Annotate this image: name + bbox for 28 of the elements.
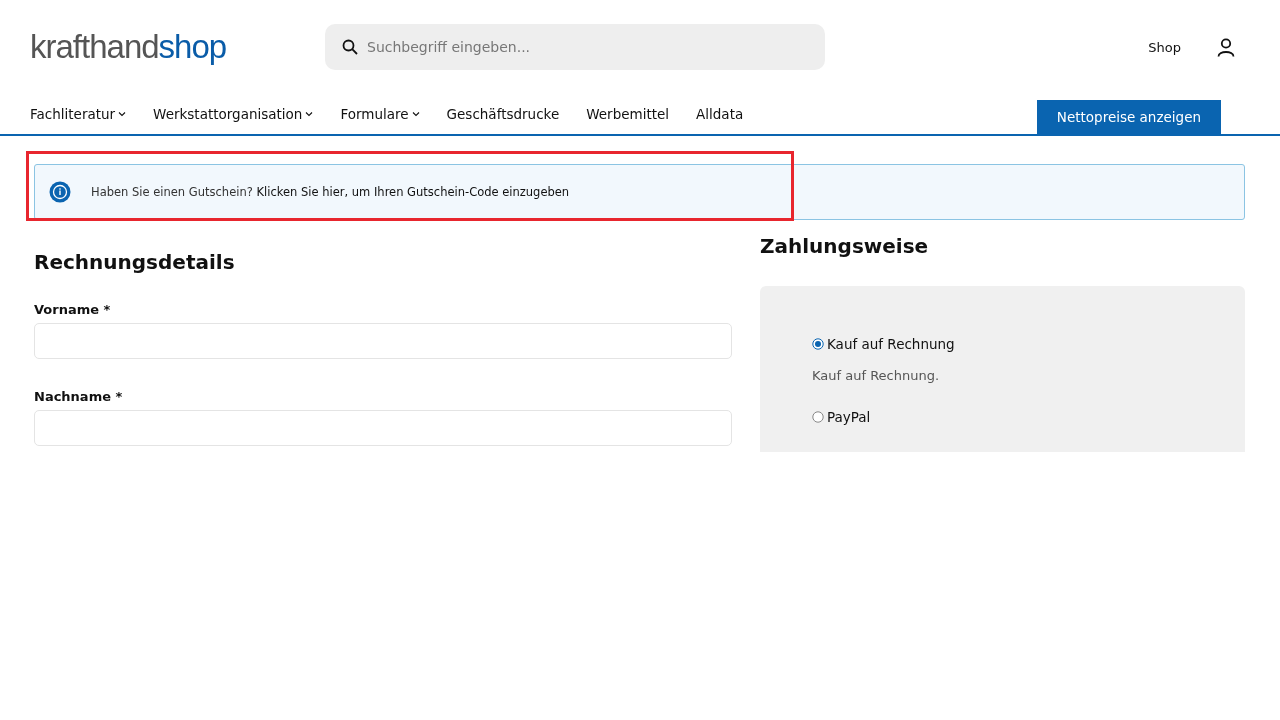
logo[interactable]: krafthandshop — [30, 28, 325, 66]
radio-button[interactable] — [812, 338, 824, 350]
chevron-icon — [305, 111, 314, 117]
field-label: Vorname * — [34, 302, 112, 317]
nav-item[interactable]: Formulare — [340, 106, 420, 122]
nav-item[interactable]: Alldata — [696, 106, 744, 122]
input-field[interactable] — [34, 323, 732, 359]
notice-text: Haben Sie einen Gutschein? Klicken Sie hier, um Ihren Gutschein-Code einzugeben — [91, 185, 570, 199]
payment-description: Kauf auf Rechnung. — [812, 368, 941, 383]
payment-option[interactable]: Kauf auf Rechnung — [812, 336, 955, 352]
user-icon[interactable] — [1217, 37, 1235, 57]
nav-item[interactable]: Werbemittel — [586, 106, 670, 122]
shop-link[interactable]: Shop — [1148, 39, 1181, 55]
section-title: Rechnungsdetails — [34, 250, 236, 274]
chevron-icon — [411, 111, 420, 117]
net-prices-button[interactable]: Nettopreise anzeigen — [1036, 100, 1221, 134]
search-field[interactable]: Suchbegriff eingeben... — [325, 24, 825, 70]
payment-option[interactable]: PayPal — [812, 409, 871, 425]
nav-item[interactable]: Werkstattorganisation — [153, 106, 314, 122]
nav-item[interactable]: Fachliteratur — [30, 106, 127, 122]
radio-button[interactable] — [812, 411, 824, 423]
field-label: Nachname * — [34, 389, 124, 404]
chevron-icon — [118, 111, 127, 117]
coupon-link[interactable]: Klicken Sie hier, um Ihren Gutschein-Code einzugeben — [256, 185, 570, 199]
section-title: Zahlungsweise — [760, 234, 930, 258]
nav-item[interactable]: Geschäftsdrucke — [446, 106, 560, 122]
info-icon — [49, 181, 71, 203]
input-field[interactable] — [34, 410, 732, 446]
